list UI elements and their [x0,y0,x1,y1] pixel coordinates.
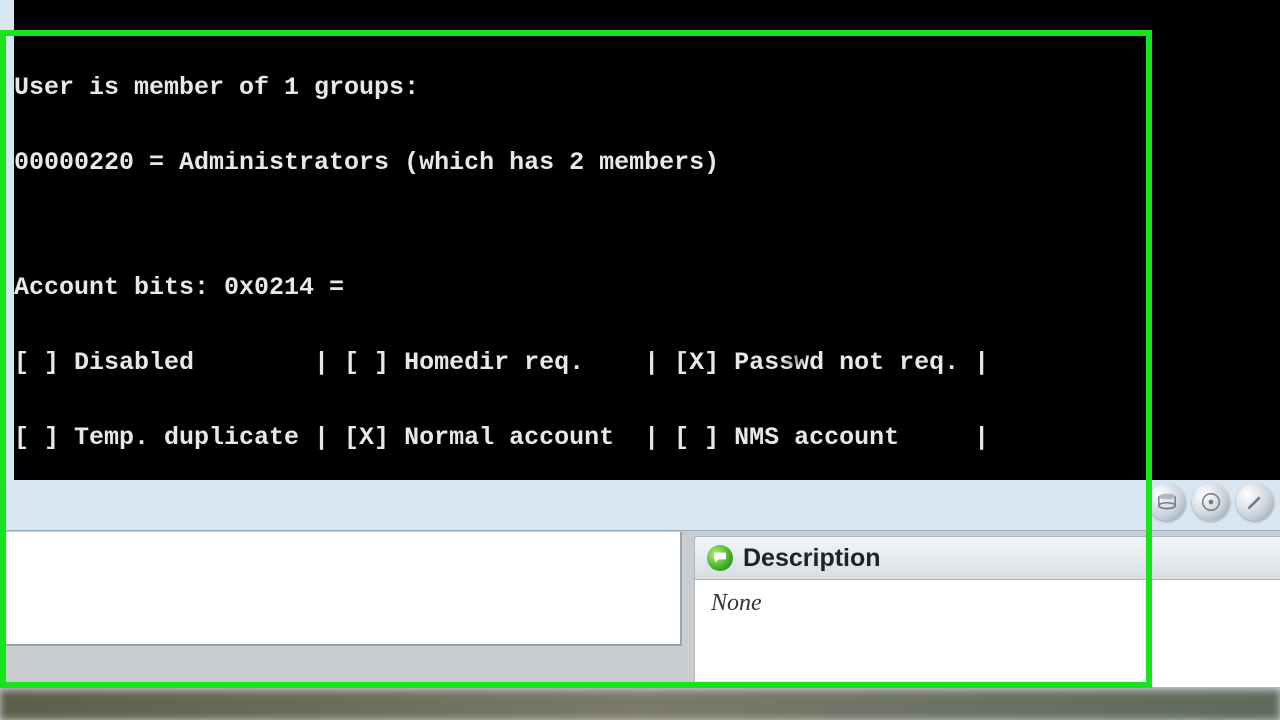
description-panel: Description None [694,536,1280,688]
vm-window: Trinity Rescue K User is member of 1 gro… [0,0,1280,531]
disk-icon[interactable] [1148,483,1186,521]
pen-icon[interactable] [1236,483,1274,521]
left-panel [0,532,682,646]
lower-panels: Description None [0,532,1280,692]
description-value: None [695,580,1280,627]
description-header: Description [695,537,1280,580]
term-line: 00000220 = Administrators (which has 2 m… [14,150,1280,175]
term-line: Account bits: 0x0214 = [14,275,1280,300]
terminal[interactable]: Trinity Rescue K User is member of 1 gro… [14,0,1280,480]
vm-status-bar [1142,477,1280,531]
term-line: [ ] Disabled | [ ] Homedir req. | [X] Pa… [14,350,1280,375]
cd-icon[interactable] [1192,483,1230,521]
desktop-wallpaper [0,690,1280,720]
term-line: [ ] Temp. duplicate | [X] Normal account… [14,425,1280,450]
term-line: User is member of 1 groups: [14,75,1280,100]
description-title: Description [743,544,881,573]
speech-bubble-icon [707,545,733,571]
